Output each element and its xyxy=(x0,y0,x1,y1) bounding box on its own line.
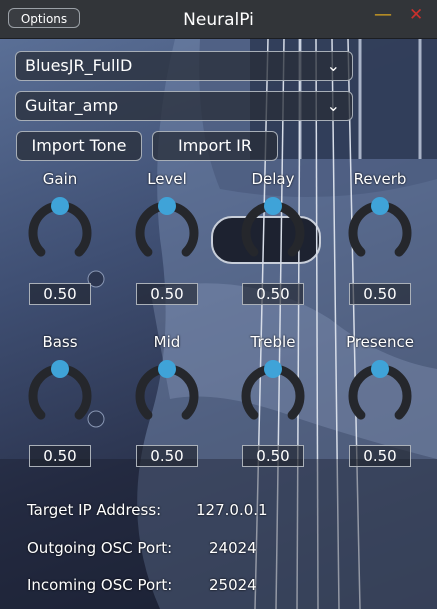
chevron-down-icon: ⌄ xyxy=(326,56,340,75)
incoming-port-label: Incoming OSC Port: xyxy=(27,576,173,594)
knob-thumb[interactable] xyxy=(264,197,282,215)
ir-select[interactable]: Guitar_amp ⌄ xyxy=(15,91,353,121)
knob-thumb[interactable] xyxy=(264,360,282,378)
gain-value[interactable]: 0.50 xyxy=(29,283,91,305)
level-value[interactable]: 0.50 xyxy=(136,283,198,305)
level-label: Level xyxy=(147,170,187,188)
reverb-value[interactable]: 0.50 xyxy=(349,283,411,305)
import-tone-button[interactable]: Import Tone xyxy=(16,131,142,161)
guitar-image xyxy=(0,39,437,609)
knob-thumb[interactable] xyxy=(371,360,389,378)
outgoing-port-label: Outgoing OSC Port: xyxy=(27,539,173,557)
ip-value[interactable]: 127.0.0.1 xyxy=(196,501,268,519)
bass-knob[interactable] xyxy=(25,356,95,426)
import-ir-button[interactable]: Import IR xyxy=(152,131,278,161)
knob-thumb[interactable] xyxy=(158,360,176,378)
knob-thumb[interactable] xyxy=(371,197,389,215)
guitar-background xyxy=(0,39,437,609)
window-title: NeuralPi xyxy=(183,10,254,30)
delay-label: Delay xyxy=(251,170,295,188)
outgoing-port-value[interactable]: 24024 xyxy=(209,539,257,557)
bass-value[interactable]: 0.50 xyxy=(29,445,91,467)
bass-label: Bass xyxy=(42,333,78,351)
mid-label: Mid xyxy=(153,333,181,351)
mid-value[interactable]: 0.50 xyxy=(136,445,198,467)
delay-value[interactable]: 0.50 xyxy=(242,283,304,305)
presence-knob[interactable] xyxy=(345,356,415,426)
reverb-knob[interactable] xyxy=(345,193,415,263)
treble-knob[interactable] xyxy=(238,356,308,426)
reverb-label: Reverb xyxy=(353,170,407,188)
minimize-icon[interactable]: — xyxy=(374,4,392,25)
treble-label: Treble xyxy=(250,333,296,351)
close-icon[interactable]: ✕ xyxy=(409,5,423,25)
model-select[interactable]: BluesJR_FullD ⌄ xyxy=(15,51,353,81)
incoming-port-value[interactable]: 25024 xyxy=(209,576,257,594)
ip-label: Target IP Address: xyxy=(27,501,162,519)
mid-knob[interactable] xyxy=(132,356,202,426)
title-bar: Options NeuralPi — ✕ xyxy=(0,0,437,39)
knob-thumb[interactable] xyxy=(158,197,176,215)
ir-select-value: Guitar_amp xyxy=(25,96,119,115)
gain-knob[interactable] xyxy=(25,193,95,263)
treble-value[interactable]: 0.50 xyxy=(242,445,304,467)
knob-thumb[interactable] xyxy=(51,360,69,378)
level-knob[interactable] xyxy=(132,193,202,263)
gain-label: Gain xyxy=(42,170,78,188)
presence-label: Presence xyxy=(346,333,414,351)
chevron-down-icon: ⌄ xyxy=(326,96,340,115)
knob-thumb[interactable] xyxy=(51,197,69,215)
presence-value[interactable]: 0.50 xyxy=(349,445,411,467)
delay-knob[interactable] xyxy=(238,193,308,263)
model-select-value: BluesJR_FullD xyxy=(25,56,133,75)
